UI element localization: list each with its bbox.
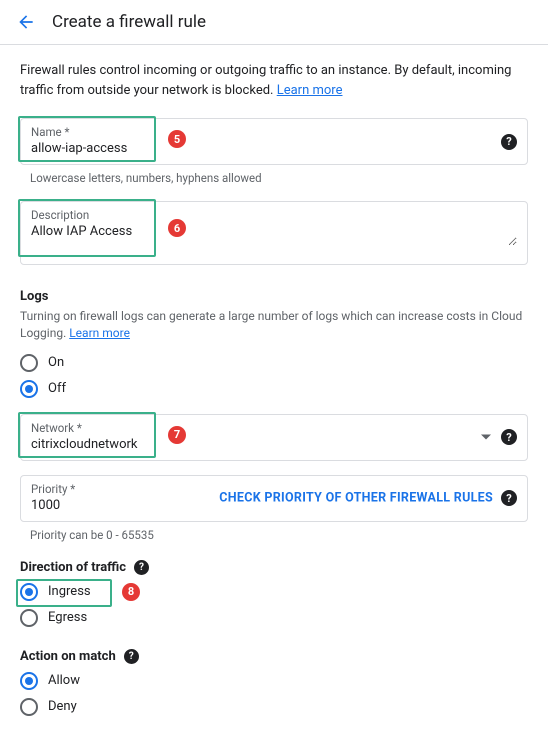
page-header: Create a firewall rule [0, 0, 548, 45]
priority-hint: Priority can be 0 - 65535 [30, 528, 528, 542]
direction-egress-radio[interactable] [20, 609, 38, 627]
logs-on-label: On [48, 355, 64, 370]
logs-off-label: Off [48, 381, 66, 396]
name-field[interactable]: Name * ? [20, 118, 528, 165]
description-input[interactable] [31, 224, 517, 246]
action-deny-row[interactable]: Deny [20, 694, 528, 720]
direction-ingress-row[interactable]: Ingress [20, 579, 528, 605]
direction-title: Direction of traffic [20, 560, 126, 575]
logs-on-radio[interactable] [20, 354, 38, 372]
priority-input[interactable] [31, 498, 111, 513]
logs-title: Logs [20, 289, 528, 304]
name-callout: 5 [168, 130, 186, 148]
action-allow-row[interactable]: Allow [20, 668, 528, 694]
description-field-wrap: 6 Description [20, 201, 528, 265]
name-field-wrap: 5 Name * ? [20, 118, 528, 165]
action-title: Action on match [20, 649, 116, 664]
logs-off-radio[interactable] [20, 380, 38, 398]
priority-help-icon[interactable]: ? [501, 490, 517, 506]
network-label: Network * [31, 421, 517, 435]
direction-options: 8 Ingress Egress [20, 579, 528, 631]
logs-learn-more-link[interactable]: Learn more [69, 326, 130, 340]
logs-desc: Turning on firewall logs can generate a … [20, 308, 528, 342]
direction-egress-row[interactable]: Egress [20, 605, 528, 631]
direction-help-icon[interactable]: ? [134, 560, 149, 575]
intro-text: Firewall rules control incoming or outgo… [20, 61, 528, 100]
direction-callout: 8 [122, 583, 140, 601]
logs-off-row[interactable]: Off [20, 376, 528, 402]
network-callout: 7 [168, 426, 186, 444]
direction-ingress-radio[interactable] [20, 583, 38, 601]
network-dropdown-icon[interactable] [481, 435, 491, 440]
priority-field[interactable]: Priority * CHECK PRIORITY OF OTHER FIREW… [20, 475, 528, 522]
action-allow-radio[interactable] [20, 672, 38, 690]
description-label: Description [31, 208, 517, 222]
action-deny-label: Deny [48, 699, 77, 714]
direction-egress-label: Egress [48, 610, 87, 625]
priority-check-link[interactable]: CHECK PRIORITY OF OTHER FIREWALL RULES [219, 491, 493, 506]
description-field[interactable]: Description [20, 201, 528, 265]
network-value: citrixcloudnetwork [31, 437, 517, 452]
network-field[interactable]: Network * citrixcloudnetwork ? [20, 414, 528, 461]
action-title-row: Action on match ? [20, 649, 528, 664]
logs-on-row[interactable]: On [20, 350, 528, 376]
name-hint: Lowercase letters, numbers, hyphens allo… [30, 171, 528, 185]
description-callout: 6 [168, 219, 186, 237]
form-content: Firewall rules control incoming or outgo… [0, 45, 548, 736]
direction-ingress-label: Ingress [48, 584, 91, 599]
name-label: Name * [31, 125, 517, 139]
direction-title-row: Direction of traffic ? [20, 560, 528, 575]
name-help-icon[interactable]: ? [501, 134, 517, 150]
action-help-icon[interactable]: ? [124, 649, 139, 664]
back-arrow-icon[interactable] [16, 12, 36, 32]
intro-body: Firewall rules control incoming or outgo… [20, 63, 511, 98]
action-deny-radio[interactable] [20, 698, 38, 716]
priority-field-wrap: Priority * CHECK PRIORITY OF OTHER FIREW… [20, 475, 528, 522]
intro-learn-more-link[interactable]: Learn more [277, 83, 343, 98]
name-input[interactable] [31, 141, 517, 156]
action-allow-label: Allow [48, 673, 80, 688]
network-field-wrap: 7 Network * citrixcloudnetwork ? [20, 414, 528, 461]
page-title: Create a firewall rule [52, 12, 206, 32]
network-help-icon[interactable]: ? [501, 429, 517, 445]
